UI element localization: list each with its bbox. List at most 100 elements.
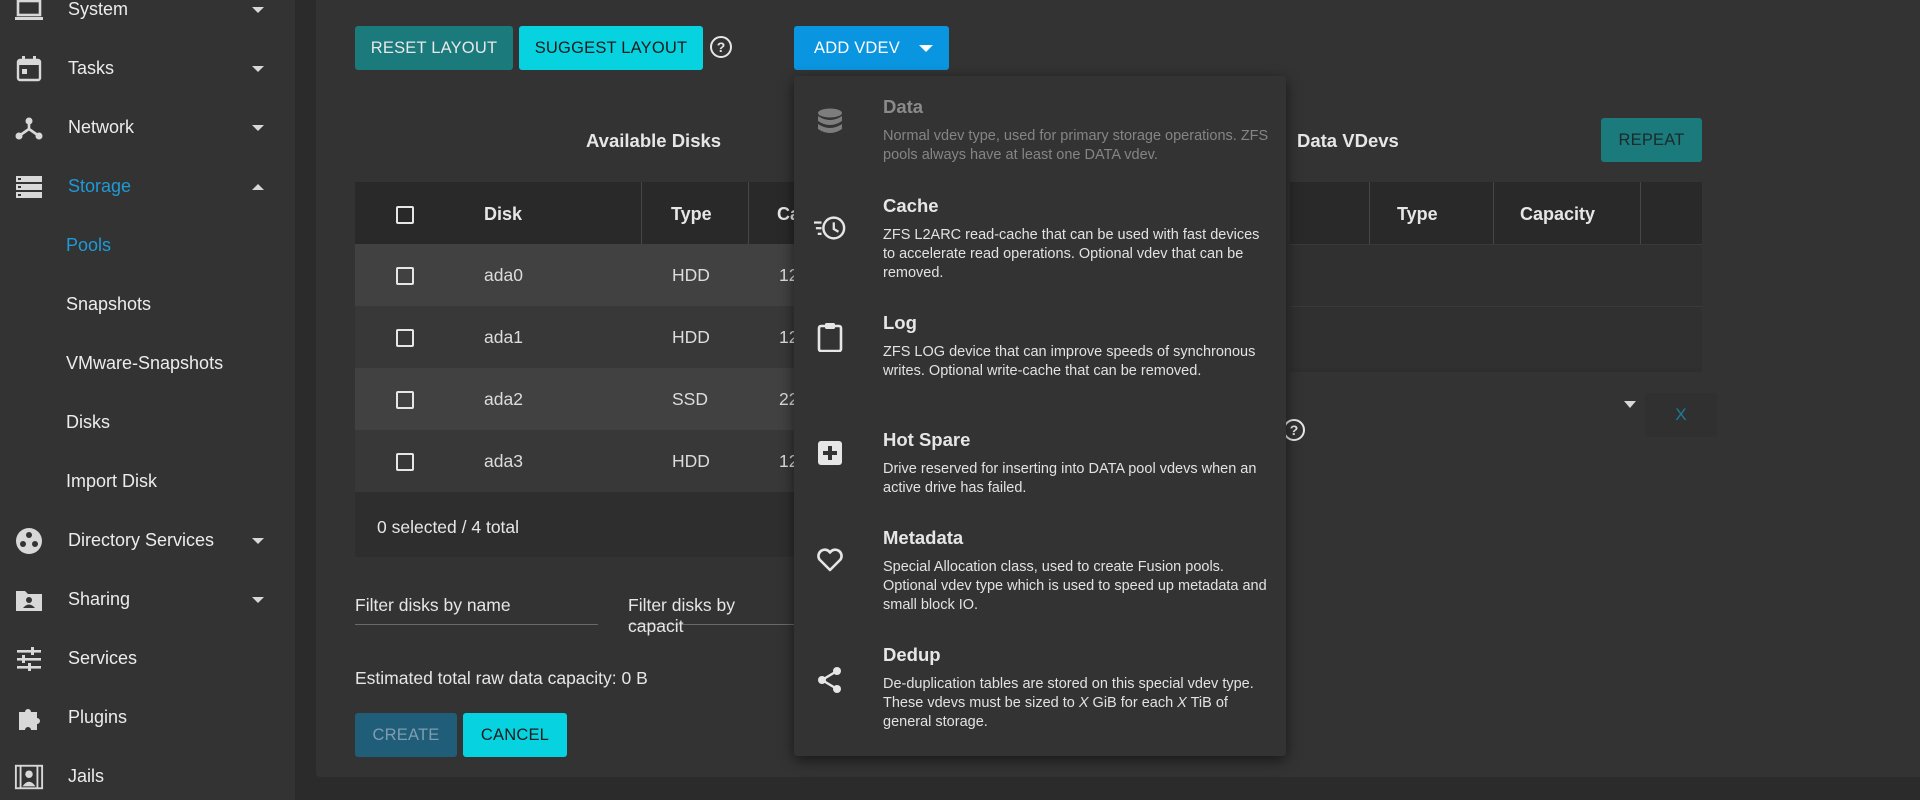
chevron-down-icon bbox=[252, 124, 264, 131]
add-vdev-menu: Data Normal vdev type, used for primary … bbox=[794, 76, 1286, 756]
sidebar-item-plugins[interactable]: Plugins bbox=[0, 688, 295, 747]
reset-layout-button[interactable]: RESET LAYOUT bbox=[355, 26, 513, 70]
cancel-button[interactable]: CANCEL bbox=[463, 713, 567, 757]
sidebar-item-directory-services[interactable]: Directory Services bbox=[0, 511, 295, 570]
menu-item-description: Special Allocation class, used to create… bbox=[883, 559, 1267, 613]
menu-item-description: Drive reserved for inserting into DATA p… bbox=[883, 461, 1257, 496]
filter-by-capacity-input[interactable]: Filter disks by capacit bbox=[628, 595, 794, 636]
data-vdevs-title: Data VDevs bbox=[1297, 130, 1399, 151]
sidebar-item-label: Sharing bbox=[68, 589, 131, 609]
disk-type: SSD bbox=[672, 389, 708, 409]
menu-item-title: Data bbox=[883, 96, 924, 117]
sidebar-item-label: System bbox=[68, 0, 129, 19]
disk-name: ada0 bbox=[484, 265, 523, 285]
disk-name: ada3 bbox=[484, 451, 523, 471]
column-divider bbox=[1640, 182, 1641, 244]
chevron-down-icon bbox=[252, 596, 264, 603]
suggest-layout-button[interactable]: SUGGEST LAYOUT bbox=[519, 26, 703, 70]
repeat-button[interactable]: REPEAT bbox=[1601, 118, 1702, 162]
sidebar-subitem-import-disk[interactable]: Import Disk bbox=[66, 471, 157, 492]
table-row bbox=[1290, 306, 1702, 368]
disk-name: ada1 bbox=[484, 327, 523, 347]
sidebar-item-label: Jails bbox=[68, 766, 105, 786]
chevron-down-icon bbox=[919, 45, 933, 52]
create-button[interactable]: CREATE bbox=[355, 713, 457, 757]
sidebar-subitem-disks[interactable]: Disks bbox=[66, 412, 110, 433]
plus-box-icon bbox=[814, 437, 846, 469]
sidebar-subitem-snapshots[interactable]: Snapshots bbox=[66, 294, 151, 315]
filter-by-name-input[interactable]: Filter disks by name bbox=[355, 595, 598, 625]
menu-item-dedup[interactable]: Dedup De-duplication tables are stored o… bbox=[794, 644, 1286, 734]
sidebar-item-label: Network bbox=[68, 117, 135, 137]
sidebar-item-label: Directory Services bbox=[68, 530, 215, 550]
disk-type: HDD bbox=[672, 451, 710, 471]
column-divider bbox=[748, 182, 749, 244]
menu-item-description: Normal vdev type, used for primary stora… bbox=[883, 128, 1269, 163]
sidebar-subitem-pools[interactable]: Pools bbox=[66, 235, 111, 256]
laptop-icon bbox=[14, 0, 44, 25]
sidebar-item-services[interactable]: Services bbox=[0, 629, 295, 688]
menu-item-log[interactable]: Log ZFS LOG device that can improve spee… bbox=[794, 312, 1286, 402]
menu-item-description: De-duplication tables are stored on this… bbox=[883, 676, 1254, 730]
menu-item-description: ZFS LOG device that can improve speeds o… bbox=[883, 344, 1256, 379]
help-icon[interactable]: ? bbox=[1283, 419, 1305, 441]
column-header-type[interactable]: Type bbox=[671, 204, 712, 225]
menu-item-title: Cache bbox=[883, 195, 939, 216]
menu-item-description: ZFS L2ARC read-cache that can be used wi… bbox=[883, 227, 1260, 281]
sidebar-item-sharing[interactable]: Sharing bbox=[0, 570, 295, 629]
column-header-type[interactable]: Type bbox=[1397, 204, 1438, 225]
menu-item-title: Hot Spare bbox=[883, 429, 971, 450]
chevron-down-icon bbox=[252, 65, 264, 72]
disk-type: HDD bbox=[672, 265, 710, 285]
sidebar-item-storage[interactable]: Storage bbox=[0, 157, 295, 216]
remove-vdev-button[interactable]: X bbox=[1645, 393, 1717, 437]
jail-icon bbox=[14, 762, 44, 792]
sidebar-item-system[interactable]: System bbox=[0, 0, 295, 39]
table-row bbox=[1290, 244, 1702, 306]
clipboard-icon bbox=[814, 321, 846, 353]
heart-icon bbox=[814, 544, 846, 576]
add-vdev-button[interactable]: ADD VDEV bbox=[794, 26, 949, 70]
menu-item-cache[interactable]: Cache ZFS L2ARC read-cache that can be u… bbox=[794, 195, 1286, 295]
table-header: Type Capacity bbox=[1290, 182, 1702, 244]
directory-services-icon bbox=[14, 526, 44, 556]
sidebar-item-tasks[interactable]: Tasks bbox=[0, 39, 295, 98]
menu-item-title: Log bbox=[883, 312, 917, 333]
disk-name: ada2 bbox=[484, 389, 523, 409]
help-icon[interactable]: ? bbox=[710, 36, 732, 58]
select-all-checkbox[interactable] bbox=[396, 206, 414, 224]
disk-type: HDD bbox=[672, 327, 710, 347]
row-checkbox[interactable] bbox=[396, 267, 414, 285]
database-icon bbox=[814, 107, 846, 139]
column-divider bbox=[641, 182, 642, 244]
column-divider bbox=[1493, 182, 1494, 244]
calendar-icon bbox=[14, 54, 44, 84]
sidebar-item-label: Services bbox=[68, 648, 138, 668]
network-icon bbox=[14, 113, 44, 143]
row-checkbox[interactable] bbox=[396, 391, 414, 409]
chevron-down-icon bbox=[252, 537, 264, 544]
available-disks-title: Available Disks bbox=[586, 130, 722, 151]
column-header-disk[interactable]: Disk bbox=[484, 204, 522, 225]
sidebar-item-label: Storage bbox=[68, 176, 132, 196]
row-checkbox[interactable] bbox=[396, 453, 414, 471]
storage-icon bbox=[14, 172, 44, 202]
sidebar-subitem-vmware-snapshots[interactable]: VMware-Snapshots bbox=[66, 353, 223, 374]
estimated-capacity: Estimated total raw data capacity: 0 B bbox=[355, 668, 648, 688]
sidebar-item-label: Plugins bbox=[68, 707, 128, 727]
chevron-down-icon bbox=[252, 6, 264, 13]
chevron-down-icon[interactable] bbox=[1624, 401, 1636, 408]
menu-item-metadata[interactable]: Metadata Special Allocation class, used … bbox=[794, 527, 1286, 617]
row-checkbox[interactable] bbox=[396, 329, 414, 347]
menu-item-hot-spare[interactable]: Hot Spare Drive reserved for inserting i… bbox=[794, 429, 1286, 499]
menu-item-title: Dedup bbox=[883, 644, 941, 665]
column-header-capacity[interactable]: Capacity bbox=[1520, 204, 1595, 225]
cache-clock-icon bbox=[814, 212, 846, 244]
puzzle-icon bbox=[14, 703, 44, 733]
sidebar-item-network[interactable]: Network bbox=[0, 98, 295, 157]
folder-share-icon bbox=[14, 585, 44, 615]
column-divider bbox=[1369, 182, 1370, 244]
sidebar-item-jails[interactable]: Jails bbox=[0, 747, 295, 800]
sidebar-item-label: Tasks bbox=[68, 58, 115, 78]
chevron-up-icon bbox=[252, 183, 264, 190]
